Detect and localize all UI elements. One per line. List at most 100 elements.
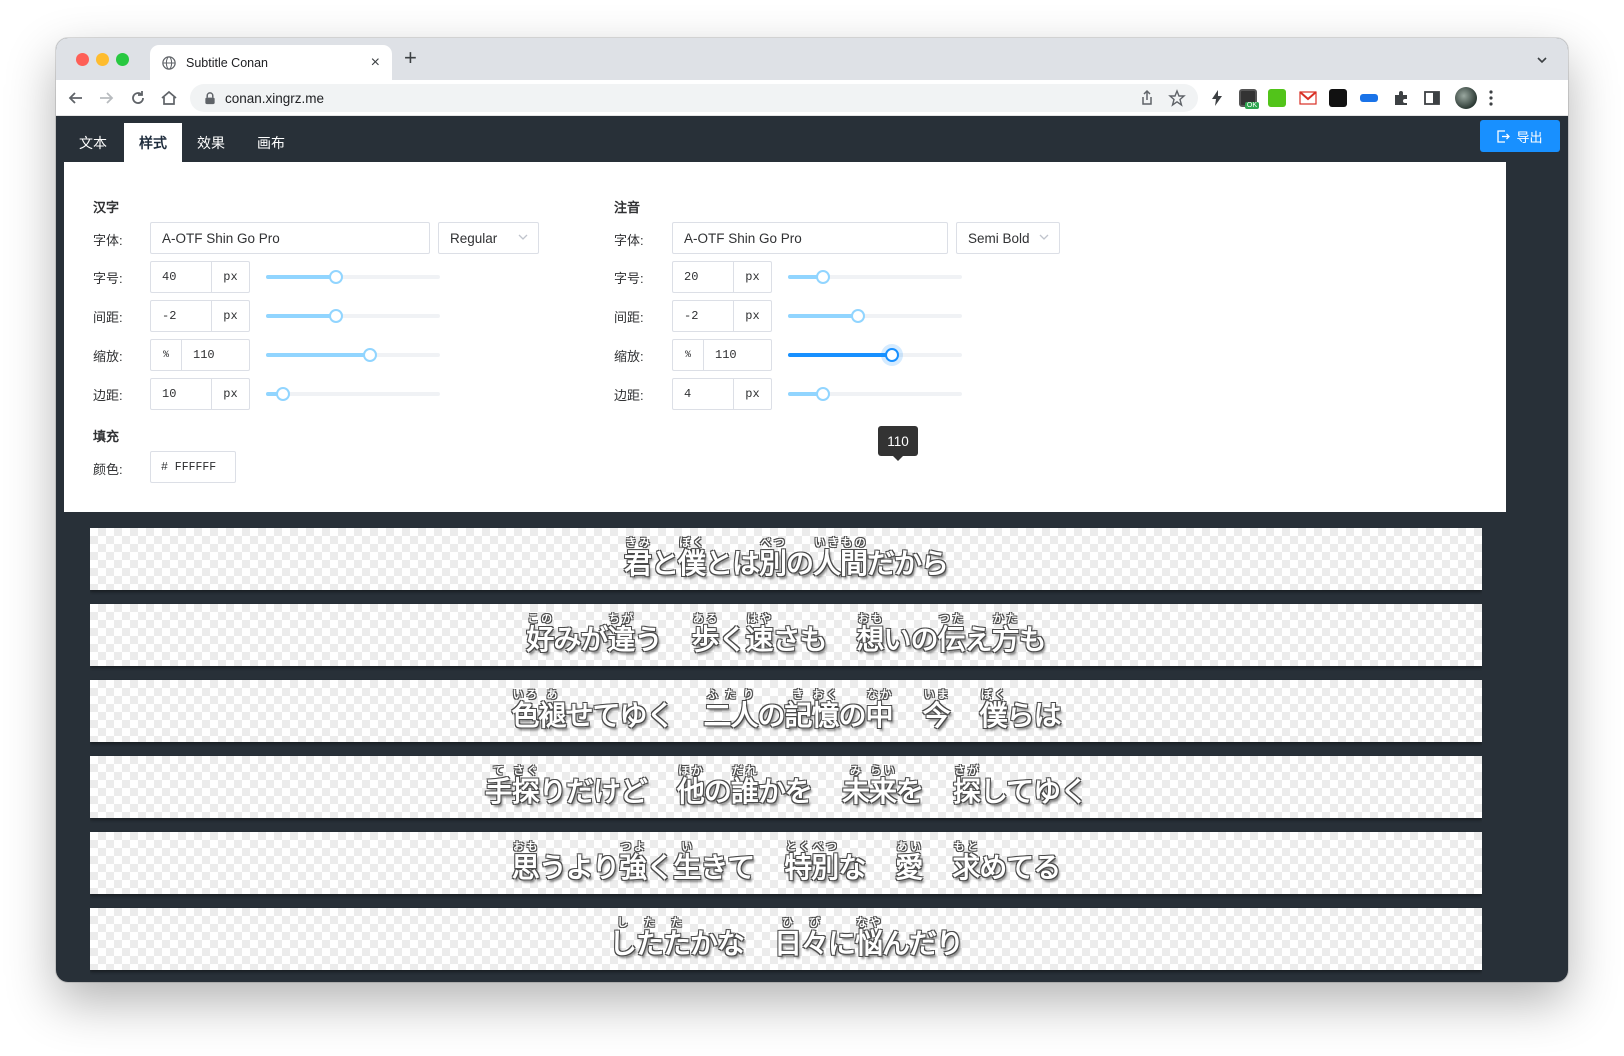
lightning-extension-icon[interactable] bbox=[1208, 89, 1226, 107]
puzzle-icon[interactable] bbox=[1392, 89, 1410, 107]
kanji-scale-input[interactable]: % 110 bbox=[150, 339, 250, 371]
ruby-scale-value[interactable]: 110 bbox=[704, 340, 771, 370]
chevron-down-icon bbox=[1039, 234, 1049, 240]
kanji-scale-slider[interactable] bbox=[266, 348, 440, 362]
subtitle-line: 手て探さぐりだけど 他ほかの誰だれかを 未み来らいを 探さがしてゆく bbox=[484, 764, 1088, 808]
ruby-spacing-value[interactable]: -2 bbox=[673, 301, 734, 331]
kanji-spacing-slider[interactable] bbox=[266, 309, 440, 323]
more-menu-icon[interactable] bbox=[1488, 89, 1494, 107]
ruby-scale-prefix: % bbox=[673, 340, 704, 370]
subtitle-line: 色いろ褪あせてゆく 二人ふたりの記き憶おくの中なか今いま僕ぼくらは bbox=[511, 688, 1061, 732]
forward-icon[interactable] bbox=[96, 88, 116, 108]
tab-title: Subtitle Conan bbox=[186, 55, 269, 70]
style-settings-panel: 汉字 字体: A-OTF Shin Go Pro Regular 字号: 40 … bbox=[64, 162, 1506, 512]
profile-avatar[interactable] bbox=[1455, 87, 1477, 109]
ruby-size-slider[interactable] bbox=[788, 270, 962, 284]
kanji-scale-prefix: % bbox=[151, 340, 182, 370]
zoom-window-button[interactable] bbox=[116, 53, 129, 66]
fill-color-input[interactable]: # FFFFFF bbox=[150, 451, 236, 483]
ruby-scale-input[interactable]: % 110 bbox=[672, 339, 772, 371]
kanji-font-label: 字体: bbox=[93, 233, 123, 248]
ruby-margin-value[interactable]: 4 bbox=[673, 379, 734, 409]
address-bar[interactable]: conan.xingrz.me bbox=[190, 84, 1198, 112]
ruby-section-title: 注音 bbox=[614, 200, 641, 215]
ruby-margin-slider[interactable] bbox=[788, 387, 962, 401]
ruby-font-label: 字体: bbox=[614, 233, 644, 248]
subtitle-strip[interactable]: 手て探さぐりだけど 他ほかの誰だれかを 未み来らいを 探さがしてゆく bbox=[90, 756, 1482, 818]
reload-icon[interactable] bbox=[128, 88, 148, 108]
slider-track bbox=[266, 314, 336, 318]
ruby-spacing-input[interactable]: -2 px bbox=[672, 300, 772, 332]
gmail-icon[interactable] bbox=[1299, 89, 1317, 107]
ruby-spacing-slider[interactable] bbox=[788, 309, 962, 323]
kanji-size-slider[interactable] bbox=[266, 270, 440, 284]
slider-handle[interactable] bbox=[885, 348, 900, 362]
url-text[interactable]: conan.xingrz.me bbox=[225, 91, 1138, 106]
slider-handle[interactable] bbox=[328, 270, 343, 284]
ruby-size-unit: px bbox=[745, 270, 760, 284]
kanji-margin-value[interactable]: 10 bbox=[151, 379, 212, 409]
home-icon[interactable] bbox=[159, 88, 179, 108]
fill-section-title: 填充 bbox=[93, 429, 120, 444]
kanji-size-value[interactable]: 40 bbox=[151, 262, 212, 292]
ruby-margin-input[interactable]: 4 px bbox=[672, 378, 772, 410]
subtitle-line: したたしたたかな 日ひ々びに悩なやんだり bbox=[608, 916, 964, 960]
share-icon[interactable] bbox=[1138, 89, 1156, 107]
ruby-size-value[interactable]: 20 bbox=[673, 262, 734, 292]
subtitle-strip[interactable]: 色いろ褪あせてゆく 二人ふたりの記き憶おくの中なか今いま僕ぼくらは bbox=[90, 680, 1482, 742]
ruby-font-input[interactable]: A-OTF Shin Go Pro bbox=[672, 222, 948, 254]
green-extension-icon[interactable] bbox=[1268, 89, 1286, 107]
ruby-scale-slider[interactable] bbox=[788, 348, 962, 362]
kanji-margin-input[interactable]: 10 px bbox=[150, 378, 250, 410]
slider-rail[interactable] bbox=[266, 392, 440, 396]
slider-track bbox=[266, 353, 371, 357]
blue-extension-icon[interactable] bbox=[1360, 94, 1378, 102]
kanji-scale-value[interactable]: 110 bbox=[182, 340, 249, 370]
slider-handle[interactable] bbox=[815, 387, 830, 401]
kanji-weight-select[interactable]: Regular bbox=[438, 222, 539, 254]
slider-handle[interactable] bbox=[815, 270, 830, 284]
slider-track bbox=[266, 275, 336, 279]
ok-extension-icon[interactable]: OK bbox=[1239, 89, 1259, 109]
kanji-size-unit: px bbox=[223, 270, 238, 284]
chevron-down-icon[interactable] bbox=[1536, 54, 1548, 66]
slider-handle[interactable] bbox=[276, 387, 291, 401]
browser-tab[interactable]: Subtitle Conan × bbox=[150, 45, 392, 80]
slider-handle[interactable] bbox=[328, 309, 343, 323]
app-header: 文本 样式 效果 画布 导出 bbox=[56, 116, 1568, 162]
ruby-size-label: 字号: bbox=[614, 271, 644, 286]
kanji-section-title: 汉字 bbox=[93, 200, 120, 215]
kanji-margin-slider[interactable] bbox=[266, 387, 440, 401]
ruby-weight-value: Semi Bold bbox=[968, 230, 1030, 246]
tab-canvas[interactable]: 画布 bbox=[242, 123, 300, 162]
kanji-spacing-label: 间距: bbox=[93, 310, 123, 325]
slider-handle[interactable] bbox=[363, 348, 378, 362]
sidebar-icon[interactable] bbox=[1423, 89, 1441, 107]
kanji-scale-label: 缩放: bbox=[93, 349, 123, 364]
subtitle-strip[interactable]: 君きみと僕ぼくとは別べつの人間いきものだから bbox=[90, 528, 1482, 590]
kanji-weight-value: Regular bbox=[450, 230, 498, 246]
subtitle-strip[interactable]: 好このみが違ちがう 歩あるく速はやさも 想おもいの伝つたえ方かたも bbox=[90, 604, 1482, 666]
kanji-size-input[interactable]: 40 px bbox=[150, 261, 250, 293]
back-icon[interactable] bbox=[66, 88, 86, 108]
kanji-font-input[interactable]: A-OTF Shin Go Pro bbox=[150, 222, 430, 254]
star-icon[interactable] bbox=[1168, 89, 1186, 107]
tab-style[interactable]: 样式 bbox=[124, 123, 182, 162]
minimize-window-button[interactable] bbox=[96, 53, 109, 66]
subtitle-strip[interactable]: 思おもうより強つよく生いきて 特別とくべつな 愛あい求もとめてる bbox=[90, 832, 1482, 894]
kanji-margin-label: 边距: bbox=[93, 388, 123, 403]
dark-extension-icon[interactable] bbox=[1329, 89, 1347, 107]
ruby-weight-select[interactable]: Semi Bold bbox=[956, 222, 1060, 254]
tab-text[interactable]: 文本 bbox=[64, 123, 122, 162]
ruby-size-input[interactable]: 20 px bbox=[672, 261, 772, 293]
kanji-spacing-value[interactable]: -2 bbox=[151, 301, 212, 331]
new-tab-button[interactable]: + bbox=[404, 47, 417, 69]
slider-handle[interactable] bbox=[850, 309, 865, 323]
tab-close-icon[interactable]: × bbox=[371, 54, 380, 71]
close-window-button[interactable] bbox=[76, 53, 89, 66]
subtitle-strip[interactable]: したたしたたかな 日ひ々びに悩なやんだり bbox=[90, 908, 1482, 970]
export-button[interactable]: 导出 bbox=[1480, 120, 1560, 152]
tab-effects[interactable]: 效果 bbox=[182, 123, 240, 162]
kanji-spacing-input[interactable]: -2 px bbox=[150, 300, 250, 332]
lock-icon[interactable] bbox=[204, 91, 216, 105]
